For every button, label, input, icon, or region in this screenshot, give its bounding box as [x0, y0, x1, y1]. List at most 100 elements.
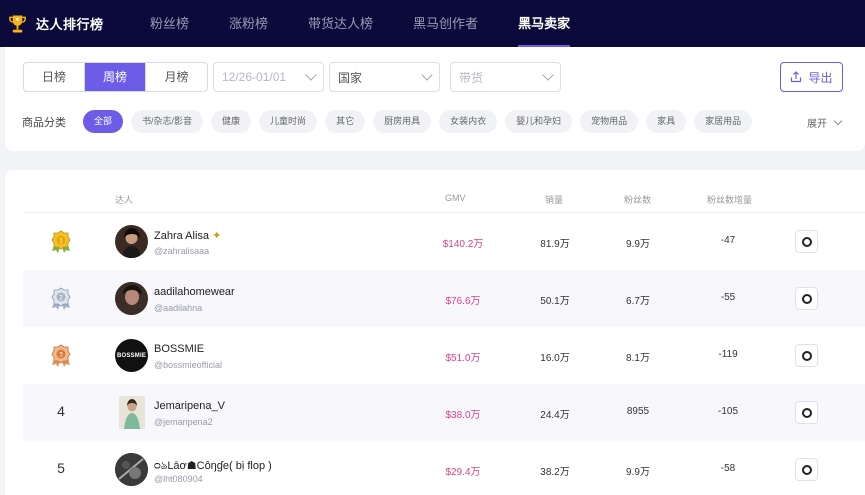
- gmv-value: $76.6万: [445, 296, 481, 307]
- gmv-value: $38.0万: [445, 410, 481, 421]
- table-row[interactable]: 4 Jemaripena_V @jemaripena2 $38.0万 24.4万…: [23, 384, 865, 441]
- sales-value: 16.0万: [540, 353, 570, 364]
- rank-number: 4: [57, 403, 65, 419]
- category-chip[interactable]: 儿童时尚: [259, 110, 318, 133]
- creator-name[interactable]: Zahra Alisa ✦: [154, 229, 221, 242]
- table-row[interactable]: 5 ᴑঌLāơ☗Côŋɠe( bị flop ) @lht080904 $29.…: [23, 441, 865, 495]
- goods-value: 带货: [459, 70, 484, 85]
- chevron-down-icon: [421, 69, 433, 81]
- country-select[interactable]: 国家: [329, 62, 440, 92]
- table-row[interactable]: 2 aadilahomewear @aadilahna $76.6万 50.1万…: [23, 270, 865, 327]
- category-filter-row: 商品分类 全部 书/杂志/影音 健康 儿童时尚 其它 厨房用具 女装内衣 婴儿和…: [22, 110, 760, 133]
- category-chip[interactable]: 健康: [211, 110, 252, 133]
- fans-growth-value: -119: [718, 349, 738, 360]
- filter-row: 日榜 周榜 月榜 12/26-01/01 国家 带货: [23, 62, 561, 92]
- expand-categories-button[interactable]: 展开: [807, 115, 843, 130]
- creator-handle: @aadilahna: [154, 303, 203, 313]
- verified-icon: ✦: [212, 230, 222, 242]
- avatar-image: [119, 396, 145, 429]
- avatar-image: [115, 282, 148, 315]
- circle-icon: [801, 236, 812, 247]
- creator-handle: @lht080904: [154, 474, 203, 484]
- category-chip[interactable]: 宠物用品: [580, 110, 639, 133]
- sales-value: 24.4万: [540, 410, 570, 421]
- export-label: 导出: [808, 70, 833, 85]
- goods-select[interactable]: 带货: [450, 62, 561, 92]
- gmv-value: $29.4万: [445, 467, 481, 478]
- country-value: 国家: [338, 70, 363, 85]
- chevron-down-icon: [833, 116, 843, 126]
- fans-growth-value: -105: [717, 406, 738, 417]
- silver-medal-icon: 2: [51, 287, 71, 310]
- view-detail-button[interactable]: [795, 287, 818, 310]
- category-chip[interactable]: 书/杂志/影音: [131, 110, 204, 133]
- tab-dark-horse-creators[interactable]: 黑马创作者: [393, 0, 498, 47]
- header-gmv: GMV: [445, 193, 466, 203]
- rank-number: 5: [57, 460, 65, 476]
- category-chip[interactable]: 女装内衣: [439, 110, 498, 133]
- view-detail-button[interactable]: [795, 458, 818, 481]
- circle-icon: [801, 293, 812, 304]
- table-header: 达人 GMV 销量 粉丝数 粉丝数增量: [23, 170, 865, 213]
- gmv-value: $140.2万: [442, 239, 484, 250]
- category-chip[interactable]: 家具: [646, 110, 687, 133]
- header-fans: 粉丝数: [624, 195, 652, 205]
- category-chip-all[interactable]: 全部: [83, 110, 124, 133]
- bronze-medal-icon: 3: [51, 344, 71, 367]
- avatar-logo-text: BOSSMIE: [116, 352, 147, 359]
- chevron-down-icon: [542, 69, 554, 81]
- fans-value: 8955: [626, 406, 650, 417]
- period-weekly[interactable]: 周榜: [85, 63, 146, 91]
- period-monthly[interactable]: 月榜: [146, 63, 207, 91]
- period-daily[interactable]: 日榜: [24, 63, 85, 91]
- svg-text:3: 3: [59, 352, 63, 359]
- creator-handle: @bossmieofficial: [154, 360, 222, 370]
- chevron-down-icon: [305, 69, 317, 81]
- avatar[interactable]: [119, 396, 145, 429]
- table-row[interactable]: 3 BOSSMIE BOSSMIE @bossmieofficial $51.0…: [23, 327, 865, 384]
- period-toggle: 日榜 周榜 月榜: [23, 62, 208, 92]
- tab-fans[interactable]: 粉丝榜: [130, 0, 209, 47]
- gmv-value: $51.0万: [445, 353, 481, 364]
- category-chip[interactable]: 家居用品: [694, 110, 753, 133]
- view-detail-button[interactable]: [795, 230, 818, 253]
- category-chip[interactable]: 其它: [325, 110, 366, 133]
- category-chip[interactable]: 厨房用具: [373, 110, 432, 133]
- view-detail-button[interactable]: [795, 401, 818, 424]
- fans-value: 9.9万: [626, 239, 650, 250]
- fans-growth-value: -55: [720, 292, 736, 303]
- creator-name[interactable]: Jemaripena_V: [154, 400, 225, 412]
- avatar[interactable]: BOSSMIE: [115, 339, 148, 372]
- svg-text:2: 2: [59, 295, 63, 302]
- date-range-select[interactable]: 12/26-01/01: [213, 62, 324, 92]
- category-chip[interactable]: 婴儿和孕妇: [505, 110, 573, 133]
- avatar[interactable]: [115, 225, 148, 258]
- tab-sales-creators[interactable]: 带货达人榜: [288, 0, 393, 47]
- export-button[interactable]: 导出: [780, 62, 843, 92]
- sales-value: 50.1万: [540, 296, 570, 307]
- fans-growth-value: -58: [720, 463, 736, 474]
- ranking-table: 达人 GMV 销量 粉丝数 粉丝数增量 1 Zahra Alisa ✦ @zah…: [5, 170, 865, 495]
- top-nav-bar: 达人排行榜 粉丝榜 涨粉榜 带货达人榜 黑马创作者 黑马卖家: [0, 0, 865, 47]
- circle-icon: [801, 464, 812, 475]
- header-creator: 达人: [115, 195, 134, 205]
- creator-handle: @jemaripena2: [154, 417, 213, 427]
- tab-dark-horse-sellers[interactable]: 黑马卖家: [498, 0, 590, 47]
- brand[interactable]: 达人排行榜: [8, 13, 126, 35]
- avatar-image: [122, 228, 141, 258]
- avatar[interactable]: [115, 282, 148, 315]
- export-icon: [791, 71, 802, 83]
- gold-medal-icon: 1: [51, 230, 71, 253]
- category-label: 商品分类: [22, 116, 66, 129]
- creator-name[interactable]: aadilahomewear: [154, 286, 235, 298]
- sales-value: 38.2万: [540, 467, 570, 478]
- avatar[interactable]: [115, 453, 148, 486]
- view-detail-button[interactable]: [795, 344, 818, 367]
- date-range-value: 12/26-01/01: [222, 70, 287, 84]
- table-row[interactable]: 1 Zahra Alisa ✦ @zahralisaaa $140.2万 81.…: [23, 213, 865, 270]
- trophy-icon: [9, 14, 26, 33]
- brand-title: 达人排行榜: [36, 17, 104, 32]
- header-fans-growth: 粉丝数增量: [707, 195, 753, 205]
- tab-fans-growth[interactable]: 涨粉榜: [209, 0, 288, 47]
- creator-name[interactable]: BOSSMIE: [154, 343, 204, 355]
